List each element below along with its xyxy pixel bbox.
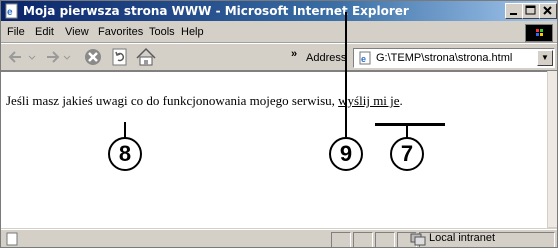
close-icon — [543, 6, 552, 15]
status-bar: Local intranet — [1, 229, 557, 247]
window-title: Moja pierwsza strona WWW - Microsoft Int… — [23, 4, 409, 18]
paragraph-text: Jeśli masz jakieś uwagi co do funkcjonow… — [6, 93, 339, 108]
address-dropdown-icon[interactable]: ▼ — [537, 50, 553, 66]
address-label: Address — [306, 52, 347, 64]
menu-bar: File Edit View Favorites Tools Help — [1, 22, 557, 43]
intranet-icon — [410, 233, 426, 246]
back-button[interactable] — [7, 47, 43, 67]
home-icon[interactable] — [135, 47, 157, 67]
ie-page-icon: e — [5, 3, 18, 19]
title-bar[interactable]: e Moja pierwsza strona WWW - Microsoft I… — [1, 1, 557, 21]
callout-9: 9 — [329, 137, 363, 171]
address-bar[interactable]: e G:\TEMP\strona\strona.html ▼ — [353, 48, 555, 68]
status-pane — [353, 232, 373, 247]
callout-7: 7 — [390, 137, 424, 171]
close-button[interactable] — [539, 3, 557, 19]
minimize-icon — [510, 13, 517, 15]
page-paragraph: Jeśli masz jakieś uwagi co do funkcjonow… — [6, 93, 403, 109]
status-pane — [331, 232, 351, 247]
windows-logo-icon — [525, 24, 553, 42]
toolbar: » Address e G:\TEMP\strona\strona.html ▼ — [1, 43, 557, 71]
menu-favorites[interactable]: Favorites — [98, 26, 143, 38]
toolbar-overflow-chevron-icon[interactable]: » — [291, 48, 297, 60]
menu-edit[interactable]: Edit — [35, 26, 54, 38]
svg-text:e: e — [361, 54, 366, 64]
page-content: Jeśli masz jakieś uwagi co do funkcjonow… — [1, 71, 547, 228]
maximize-icon — [525, 5, 536, 15]
forward-button[interactable] — [43, 47, 75, 67]
svg-text:e: e — [7, 7, 13, 18]
menu-tools[interactable]: Tools — [149, 26, 175, 38]
minimize-button[interactable] — [505, 3, 523, 19]
callout-7-underline — [375, 123, 445, 126]
refresh-icon[interactable] — [110, 47, 130, 67]
address-input[interactable]: G:\TEMP\strona\strona.html — [376, 52, 512, 64]
vertical-scrollbar[interactable] — [547, 71, 557, 227]
page-icon: e — [359, 51, 371, 65]
menu-file[interactable]: File — [7, 26, 25, 38]
callout-8: 8 — [108, 137, 142, 171]
callout-9-line — [345, 12, 347, 137]
contact-link[interactable]: wyślij mi je — [338, 93, 399, 108]
status-page-icon — [6, 232, 18, 246]
callout-8-line — [124, 122, 126, 138]
status-pane — [375, 232, 395, 247]
browser-window: e Moja pierwsza strona WWW - Microsoft I… — [0, 0, 558, 248]
menu-help[interactable]: Help — [181, 26, 204, 38]
security-zone-label: Local intranet — [429, 232, 496, 244]
maximize-button[interactable] — [522, 3, 540, 19]
stop-icon[interactable] — [83, 47, 103, 67]
paragraph-suffix: . — [399, 93, 403, 108]
menu-view[interactable]: View — [65, 26, 89, 38]
